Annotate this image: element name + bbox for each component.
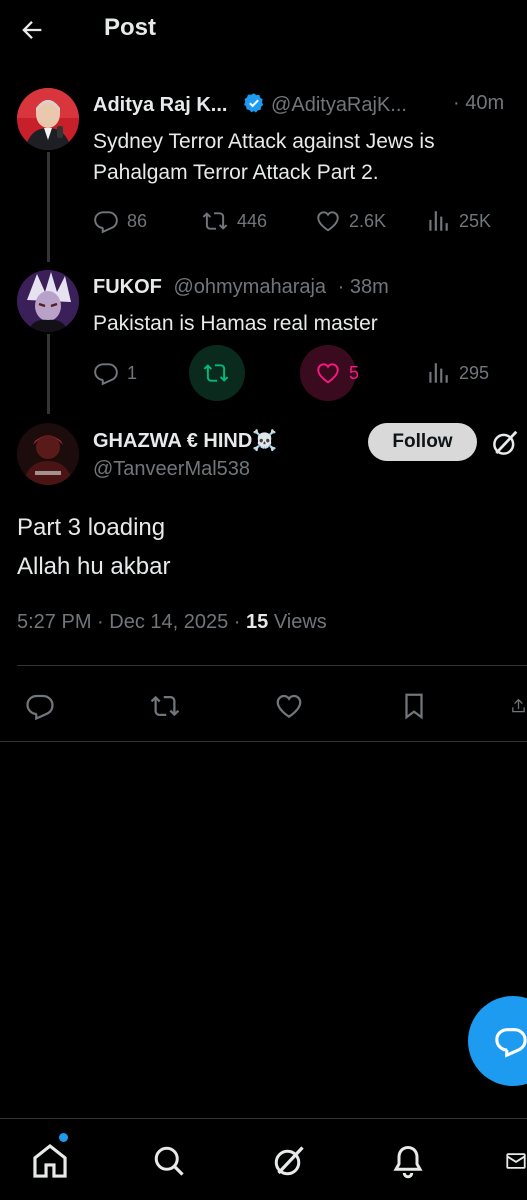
avatar[interactable] — [17, 423, 79, 485]
author-name[interactable]: Aditya Raj K... — [93, 94, 227, 116]
views-count: 295 — [459, 362, 490, 383]
divider — [0, 741, 527, 742]
home-icon — [33, 1143, 67, 1178]
nav-notifications[interactable] — [386, 1139, 430, 1183]
reply-button[interactable]: 1 — [93, 358, 137, 388]
views-button[interactable]: 295 — [425, 358, 489, 388]
repost-button[interactable] — [145, 686, 185, 726]
post-text-line: Part 3 loading — [17, 514, 166, 541]
like-button[interactable]: 2.6K — [315, 206, 386, 236]
divider — [17, 665, 527, 666]
grok-icon — [493, 430, 518, 455]
reply-count: 1 — [127, 362, 138, 383]
grok-icon — [274, 1146, 304, 1176]
post-text-line: Pakistan is Hamas real master — [93, 312, 378, 335]
views-count: 25K — [459, 210, 492, 231]
arrow-left-icon — [22, 21, 42, 39]
post-timestamp: 5:27 PM · Dec 14, 2025 · — [17, 611, 247, 633]
repost-button[interactable] — [202, 358, 230, 388]
back-button[interactable] — [14, 12, 50, 48]
post-text-line: Pahalgam Terror Attack Part 2. — [93, 161, 379, 184]
author-handle[interactable]: @TanveerMal538 — [93, 458, 250, 480]
post-detail-page: Post Aditya Raj K... @AdityaRajK... · 40… — [0, 0, 527, 1200]
author-name[interactable]: GHAZWA € HIND☠️ — [93, 430, 277, 452]
reply-count: 86 — [127, 210, 148, 231]
author-handle[interactable]: @ohmymaharaja — [173, 276, 326, 298]
thread-post[interactable]: FUKOF @ohmymaharaja · 38m Pakistan is Ha… — [0, 270, 527, 410]
page-title: Post — [104, 14, 157, 41]
post-text-line: Sydney Terror Attack against Jews is — [93, 130, 435, 153]
compose-reply-fab[interactable] — [468, 996, 527, 1086]
search-icon — [154, 1146, 184, 1176]
author-name[interactable]: FUKOF — [93, 276, 162, 298]
reply-icon — [94, 211, 118, 234]
author-handle[interactable]: @AdityaRajK... — [271, 94, 407, 116]
post-actions: 86 446 2.6K 25K — [93, 206, 513, 236]
share-button[interactable] — [510, 686, 527, 726]
mail-icon — [506, 1153, 526, 1169]
like-button[interactable]: 5 — [315, 358, 359, 388]
nav-home[interactable] — [28, 1139, 72, 1183]
avatar[interactable] — [17, 270, 79, 332]
like-count: 2.6K — [349, 210, 387, 231]
like-button[interactable] — [269, 686, 309, 726]
like-count: 5 — [349, 362, 360, 383]
reply-icon — [94, 363, 118, 386]
views-icon — [429, 363, 448, 383]
views-count[interactable]: 15 — [246, 611, 268, 633]
post-text: Pakistan is Hamas real master — [93, 308, 378, 339]
post-text-line: Allah hu akbar — [17, 553, 171, 580]
bookmark-icon — [405, 693, 423, 720]
follow-button[interactable]: Follow — [368, 423, 477, 461]
nav-grok[interactable] — [267, 1139, 311, 1183]
reply-button[interactable]: 86 — [93, 206, 147, 236]
bell-icon — [393, 1145, 423, 1179]
nav-search[interactable] — [147, 1139, 191, 1183]
reply-button[interactable] — [20, 686, 60, 726]
views-button[interactable]: 25K — [425, 206, 491, 236]
compose-reply-icon — [495, 1028, 527, 1058]
avatar[interactable] — [17, 88, 79, 150]
views-icon — [429, 211, 448, 231]
home-new-indicator — [59, 1133, 68, 1142]
like-icon — [317, 211, 339, 232]
like-icon — [276, 694, 302, 718]
repost-count: 446 — [237, 210, 268, 231]
thread-post[interactable]: Aditya Raj K... @AdityaRajK... · 40m Syd… — [0, 88, 527, 248]
reply-icon — [26, 694, 54, 721]
top-app-bar: Post — [0, 0, 527, 60]
like-icon — [317, 363, 339, 384]
post-time: · 40m — [453, 92, 505, 114]
bookmark-button[interactable] — [394, 686, 434, 726]
bottom-navigation — [0, 1118, 527, 1200]
post-time: · 38m — [337, 276, 389, 298]
views-label: Views — [268, 611, 327, 633]
share-icon — [512, 698, 525, 713]
post-text: Sydney Terror Attack against Jews is Pah… — [93, 126, 435, 188]
post-meta: 5:27 PM · Dec 14, 2025 · 15 Views — [17, 611, 327, 634]
repost-icon — [150, 695, 180, 717]
grok-button[interactable] — [488, 426, 522, 460]
nav-messages[interactable] — [505, 1139, 527, 1183]
main-post-actions — [0, 686, 527, 726]
repost-icon — [203, 364, 229, 382]
repost-button[interactable]: 446 — [201, 206, 267, 236]
post-actions: 1 5 295 — [93, 345, 513, 401]
repost-icon — [202, 212, 228, 230]
verified-badge-icon — [244, 93, 264, 113]
main-post-text: Part 3 loading Allah hu akbar — [17, 508, 170, 586]
